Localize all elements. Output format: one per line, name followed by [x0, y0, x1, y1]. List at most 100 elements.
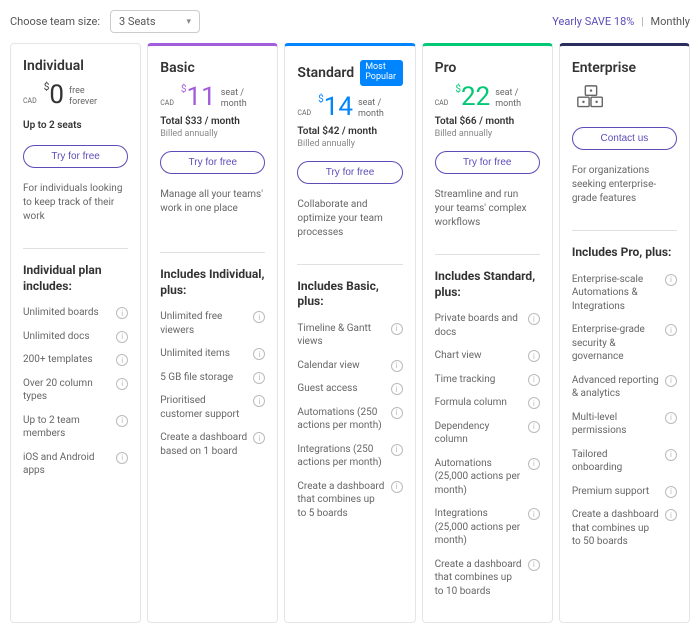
- seats-select[interactable]: 3 Seats ▾: [110, 10, 200, 33]
- unit-line: month: [495, 99, 521, 110]
- blocks-icon: [572, 84, 677, 119]
- info-icon[interactable]: i: [116, 354, 128, 366]
- info-icon[interactable]: i: [665, 274, 677, 286]
- info-icon[interactable]: i: [253, 432, 265, 444]
- info-icon[interactable]: i: [665, 509, 677, 521]
- billing-yearly[interactable]: Yearly SAVE 18%: [552, 15, 634, 28]
- feature-text: Unlimited free viewers: [160, 310, 247, 337]
- plan-name: Pro: [435, 60, 457, 76]
- info-icon[interactable]: i: [528, 559, 540, 571]
- unit-line: seat /: [495, 88, 521, 99]
- plan-card-basic: BasicCAD$11seat /monthTotal $33 / monthB…: [147, 43, 278, 623]
- feature-row: 200+ templates i: [23, 353, 128, 367]
- feature-text: 200+ templates: [23, 353, 110, 367]
- info-icon[interactable]: i: [665, 324, 677, 336]
- plan-name: Standard: [297, 65, 354, 81]
- info-icon[interactable]: i: [391, 481, 403, 493]
- info-icon[interactable]: i: [391, 323, 403, 335]
- plan-card-standard: StandardMost PopularCAD$14seat /monthTot…: [284, 43, 415, 623]
- plan-tagline: For individuals looking to keep track of…: [23, 182, 128, 224]
- feature-row: Unlimited docsi: [23, 330, 128, 344]
- feature-row: Tailored onboarding i: [572, 448, 677, 475]
- top-bar: Choose team size: 3 Seats ▾ Yearly SAVE …: [10, 10, 690, 33]
- price-unit: seat /month: [495, 84, 521, 110]
- feature-text: Timeline & Gantt views: [297, 322, 384, 349]
- plan-tagline: Collaborate and optimize your team proce…: [297, 198, 402, 240]
- price-value: $14: [318, 94, 353, 120]
- info-icon[interactable]: i: [528, 397, 540, 409]
- features-title: Includes Pro, plus:: [572, 245, 677, 261]
- price-row: CAD$14seat /month: [297, 94, 402, 120]
- feature-text: Tailored onboarding: [572, 448, 659, 475]
- plan-tagline: For organizations seeking enterprise-gra…: [572, 164, 677, 206]
- info-icon[interactable]: i: [391, 407, 403, 419]
- info-icon[interactable]: i: [391, 383, 403, 395]
- feature-row: Timeline & Gantt views i: [297, 322, 402, 349]
- unit-line: month: [221, 99, 247, 110]
- feature-row: Calendar viewi: [297, 359, 402, 373]
- info-icon[interactable]: i: [116, 307, 128, 319]
- plan-name: Enterprise: [572, 60, 636, 76]
- feature-row: Multi-level permissions i: [572, 411, 677, 438]
- unit-line: seat /: [358, 98, 384, 109]
- feature-row: Advanced reporting & analyticsi: [572, 374, 677, 401]
- try-for-free-button[interactable]: Try for free: [297, 161, 402, 184]
- try-for-free-button[interactable]: Try for free: [435, 151, 540, 174]
- info-icon[interactable]: i: [253, 395, 265, 407]
- info-icon[interactable]: i: [391, 444, 403, 456]
- price-amount: 11: [187, 84, 216, 110]
- info-icon[interactable]: i: [528, 458, 540, 470]
- price-amount: 22: [461, 84, 490, 110]
- info-icon[interactable]: i: [665, 486, 677, 498]
- info-icon[interactable]: i: [665, 412, 677, 424]
- try-for-free-button[interactable]: Try for free: [160, 151, 265, 174]
- info-icon[interactable]: i: [116, 378, 128, 390]
- info-icon[interactable]: i: [528, 374, 540, 386]
- info-icon[interactable]: i: [665, 449, 677, 461]
- feature-row: Dependency columni: [435, 420, 540, 447]
- feature-text: Create a dashboard that combines up to 1…: [435, 558, 522, 599]
- info-icon[interactable]: i: [528, 313, 540, 325]
- currency-code: CAD: [23, 97, 37, 105]
- feature-row: Chart view i: [435, 349, 540, 363]
- feature-row: Time trackingi: [435, 373, 540, 387]
- unit-line: month: [358, 109, 384, 120]
- team-size-control: Choose team size: 3 Seats ▾: [10, 10, 200, 33]
- feature-text: Chart view: [435, 349, 522, 363]
- billing-monthly[interactable]: Monthly: [651, 15, 691, 28]
- info-icon[interactable]: i: [665, 375, 677, 387]
- info-icon[interactable]: i: [253, 348, 265, 360]
- feature-text: Multi-level permissions: [572, 411, 659, 438]
- currency-code: CAD: [297, 109, 311, 117]
- info-icon[interactable]: i: [253, 372, 265, 384]
- feature-row: Create a dashboard that combines up to 5…: [297, 480, 402, 521]
- try-for-free-button[interactable]: Try for free: [23, 145, 128, 168]
- info-icon[interactable]: i: [116, 415, 128, 427]
- features-title: Includes Basic, plus:: [297, 279, 402, 310]
- feature-row: Up to 2 team membersi: [23, 414, 128, 441]
- feature-text: Premium support: [572, 485, 659, 499]
- feature-row: Premium support i: [572, 485, 677, 499]
- most-popular-badge: Most Popular: [360, 60, 402, 86]
- billed-line: Billed annually: [297, 139, 402, 149]
- currency-code: CAD: [435, 99, 449, 107]
- feature-text: Over 20 column types: [23, 377, 110, 404]
- contact-us-button[interactable]: Contact us: [572, 127, 677, 150]
- divider: [435, 254, 540, 255]
- info-icon[interactable]: i: [528, 508, 540, 520]
- features-title: Includes Individual, plus:: [160, 267, 265, 298]
- price-unit: seat /month: [358, 94, 384, 120]
- feature-row: Automations (25,000 actions per month)i: [435, 457, 540, 498]
- info-icon[interactable]: i: [391, 360, 403, 372]
- feature-text: Integrations (250 actions per month): [297, 443, 384, 470]
- chevron-down-icon: ▾: [186, 17, 191, 27]
- info-icon[interactable]: i: [528, 421, 540, 433]
- info-icon[interactable]: i: [116, 452, 128, 464]
- total-line: Total $66 / month: [435, 116, 540, 127]
- info-icon[interactable]: i: [116, 331, 128, 343]
- feature-text: Unlimited items: [160, 347, 247, 361]
- info-icon[interactable]: i: [253, 311, 265, 323]
- feature-row: Guest accessi: [297, 382, 402, 396]
- feature-row: Integrations (25,000 actions per month)i: [435, 507, 540, 548]
- info-icon[interactable]: i: [528, 350, 540, 362]
